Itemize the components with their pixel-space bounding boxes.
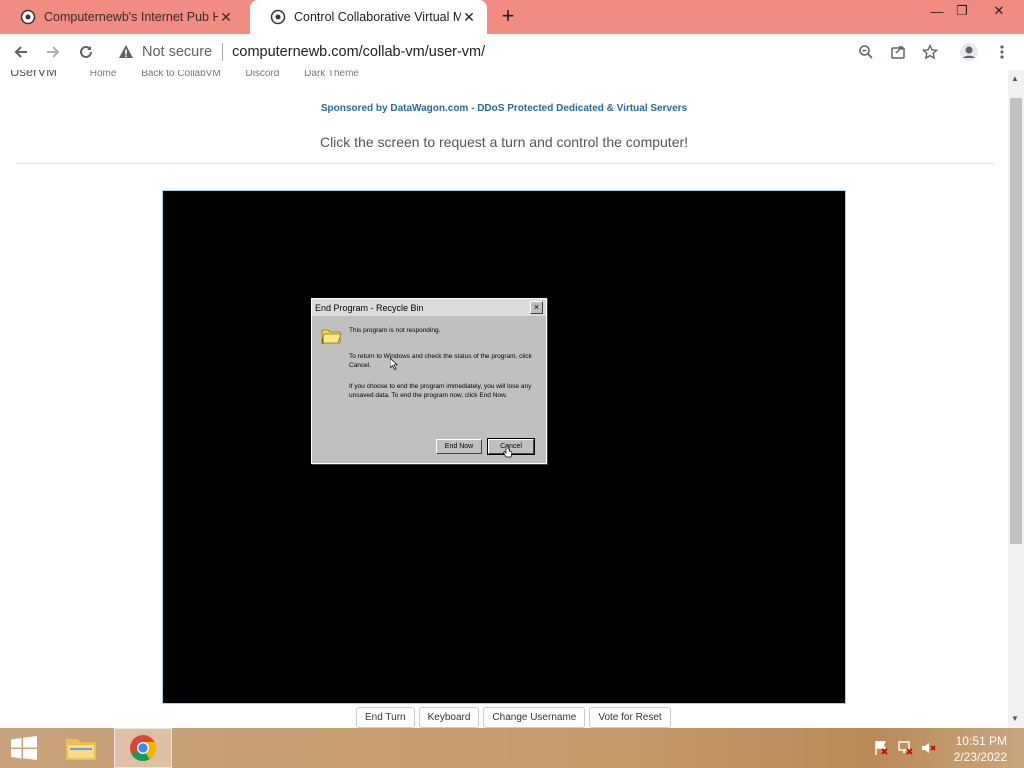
nav-link-home[interactable]: Home [90, 70, 117, 79]
clock-time: 10:51 PM [955, 734, 1007, 748]
dialog-line-end-warning: If you choose to end the program immedia… [349, 383, 532, 399]
dialog-close-button[interactable]: × [530, 301, 543, 314]
browser-toolbar: Not secure computernewb.com/collab-vm/us… [0, 34, 1024, 71]
close-tab-icon[interactable]: ✕ [461, 9, 477, 25]
site-favicon-icon [270, 9, 286, 25]
nav-brand[interactable]: UserVM [10, 70, 57, 79]
taskbar-file-explorer[interactable] [60, 728, 102, 768]
sponsor-link[interactable]: Sponsored by DataWagon.com - DDoS Protec… [321, 103, 687, 114]
dialog-title: End Program - Recycle Bin [315, 302, 424, 313]
zoom-icon[interactable] [855, 41, 877, 63]
hand-cursor-icon [503, 445, 512, 458]
tab-strip: Computernewb's Internet Pub H ✕ Control … [0, 0, 1024, 34]
clock-date: 2/23/2022 [953, 750, 1007, 764]
svg-text:!: ! [322, 339, 324, 345]
page-scrollbar[interactable]: ▲ ▼ [1008, 70, 1024, 728]
tab-title: Computernewb's Internet Pub H [44, 10, 218, 24]
system-clock[interactable]: 10:51 PM 2/23/2022 [954, 733, 1007, 765]
warning-icon [119, 45, 133, 58]
scroll-down-icon[interactable]: ▼ [1011, 714, 1019, 723]
page-tagline: Click the screen to request a turn and c… [319, 134, 689, 150]
keyboard-button[interactable]: Keyboard [418, 707, 480, 728]
url-text: computernewb.com/collab-vm/user-vm/ [232, 44, 486, 60]
menu-kebab-icon[interactable] [991, 41, 1013, 63]
windows-taskbar: 10:51 PM 2/23/2022 [0, 728, 1024, 768]
end-turn-button[interactable]: End Turn [356, 707, 415, 728]
windows-logo-icon [11, 736, 37, 760]
close-window-icon[interactable]: ✕ [982, 0, 1016, 22]
divider [222, 43, 224, 61]
taskbar-chrome[interactable] [114, 728, 172, 768]
address-bar[interactable]: Not secure computernewb.com/collab-vm/us… [110, 37, 890, 67]
action-center-flag-icon[interactable] [873, 728, 891, 768]
share-icon[interactable] [887, 41, 909, 63]
start-button[interactable] [0, 728, 48, 768]
forward-icon[interactable] [42, 41, 64, 63]
tab-title: Control Collaborative Virtual Ma [294, 10, 461, 24]
vm-controls: End Turn Keyboard Change Username Vote f… [356, 707, 671, 728]
divider [16, 163, 994, 164]
restore-icon[interactable]: ❐ [945, 0, 979, 22]
scroll-up-icon[interactable]: ▲ [1011, 74, 1019, 83]
change-username-button[interactable]: Change Username [483, 707, 586, 728]
folder-icon [66, 739, 96, 760]
vm-screen[interactable]: End Program - Recycle Bin × ! This progr… [162, 190, 846, 704]
sponsor-banner: Sponsored by DataWagon.com - DDoS Protec… [0, 103, 1008, 114]
new-tab-button[interactable]: + [498, 5, 518, 27]
back-icon[interactable] [10, 41, 32, 63]
close-tab-icon[interactable]: ✕ [218, 9, 234, 25]
volume-muted-icon[interactable] [920, 728, 938, 768]
chrome-icon [130, 735, 157, 762]
dialog-line-not-responding: This program is not responding. [349, 327, 441, 334]
nav-link-discord[interactable]: Discord [245, 70, 279, 79]
site-favicon-icon [20, 9, 36, 25]
tab-collab-vm[interactable]: Control Collaborative Virtual Ma ✕ [250, 0, 487, 34]
dialog-line-return: To return to Windows and check the statu… [349, 353, 532, 369]
bookmark-star-icon[interactable] [919, 41, 941, 63]
top-nav: UserVM Home Back to CollabVM Discord Dar… [10, 70, 381, 79]
scroll-thumb[interactable] [1010, 98, 1022, 544]
end-program-dialog: End Program - Recycle Bin × ! This progr… [311, 298, 547, 464]
profile-avatar-icon[interactable] [958, 41, 980, 63]
network-icon[interactable] [897, 728, 915, 768]
security-label: Not secure [142, 44, 213, 60]
reload-icon[interactable] [75, 41, 97, 63]
dialog-titlebar: End Program - Recycle Bin × [312, 299, 546, 316]
end-now-button[interactable]: End Now [436, 439, 482, 454]
vote-reset-button[interactable]: Vote for Reset [589, 707, 671, 728]
page-content: UserVM Home Back to CollabVM Discord Dar… [0, 70, 1008, 728]
cursor-arrow-icon [390, 358, 398, 370]
folder-icon: ! [321, 329, 342, 345]
nav-link-back[interactable]: Back to CollabVM [141, 70, 220, 79]
nav-link-dark-theme[interactable]: Dark Theme [304, 70, 359, 79]
tab-computernewb-pub[interactable]: Computernewb's Internet Pub H ✕ [0, 0, 244, 34]
